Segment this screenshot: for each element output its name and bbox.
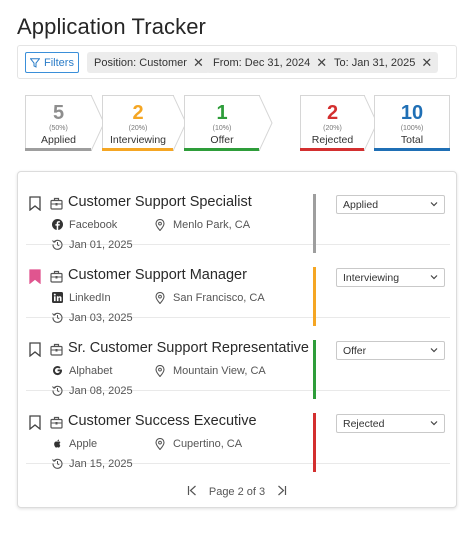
chevron-down-icon bbox=[430, 202, 438, 207]
stat-label: Rejected bbox=[311, 134, 354, 146]
filter-chip-to[interactable]: To: Jan 31, 2025 ✕ bbox=[327, 52, 439, 73]
chip-label: Position: Customer bbox=[94, 56, 187, 69]
status-select[interactable]: Applied bbox=[336, 195, 445, 214]
application-list: Customer Support Specialist Facebook Men… bbox=[17, 171, 457, 508]
filters-label: Filters bbox=[44, 56, 74, 69]
filter-chip-position[interactable]: Position: Customer ✕ bbox=[87, 52, 210, 73]
filter-chip-from[interactable]: From: Dec 31, 2024 ✕ bbox=[206, 52, 334, 73]
location-pin-icon bbox=[155, 438, 165, 450]
stat-count: 5 bbox=[52, 102, 65, 124]
chip-label: From: Dec 31, 2024 bbox=[213, 56, 311, 69]
application-row[interactable]: Customer Success Executive Apple Cuperti… bbox=[26, 391, 450, 472]
pagination: Page 2 of 3 bbox=[18, 485, 456, 498]
briefcase-icon bbox=[50, 416, 63, 429]
bookmark-icon[interactable] bbox=[29, 342, 41, 357]
stat-bar bbox=[374, 148, 450, 151]
linkedin-icon bbox=[52, 292, 63, 303]
stat-offer[interactable]: 1 (10%) Offer bbox=[184, 95, 260, 151]
application-row[interactable]: Customer Support Specialist Facebook Men… bbox=[26, 172, 450, 253]
status-select[interactable]: Offer bbox=[336, 341, 445, 360]
bookmark-icon[interactable] bbox=[29, 415, 41, 430]
filter-bar: Filters Position: Customer ✕ From: Dec 3… bbox=[17, 45, 457, 79]
stat-count: 2 bbox=[326, 102, 339, 124]
location-label: Cupertino, CA bbox=[173, 438, 243, 450]
briefcase-icon bbox=[50, 197, 63, 210]
first-page-icon[interactable] bbox=[187, 485, 197, 496]
stat-percent: (20%) bbox=[323, 125, 342, 132]
job-title[interactable]: Customer Support Specialist bbox=[68, 194, 252, 210]
source-label: LinkedIn bbox=[69, 292, 111, 304]
close-icon[interactable]: ✕ bbox=[421, 56, 432, 69]
stat-percent: (20%) bbox=[128, 125, 148, 132]
chevron-down-icon bbox=[430, 275, 438, 280]
stat-bar bbox=[102, 148, 174, 151]
stat-label: Total bbox=[400, 134, 424, 146]
apple-icon bbox=[54, 439, 61, 448]
last-page-icon[interactable] bbox=[277, 485, 287, 496]
location-label: San Francisco, CA bbox=[173, 292, 265, 304]
filters-button[interactable]: Filters bbox=[25, 52, 79, 73]
location-pin-icon bbox=[155, 219, 165, 231]
funnel-icon bbox=[30, 57, 41, 68]
stat-count: 2 bbox=[132, 102, 144, 124]
job-title[interactable]: Customer Support Manager bbox=[68, 267, 247, 283]
close-icon[interactable]: ✕ bbox=[193, 56, 204, 69]
stat-total[interactable]: 10 (100%) Total bbox=[374, 95, 450, 151]
stat-label: Applied bbox=[40, 134, 77, 146]
chevron-down-icon bbox=[430, 348, 438, 353]
stat-bar bbox=[300, 148, 365, 151]
chevron-down-icon bbox=[430, 421, 438, 426]
application-row[interactable]: Customer Support Manager LinkedIn San Fr… bbox=[26, 245, 450, 326]
job-title[interactable]: Sr. Customer Support Representative bbox=[68, 340, 309, 356]
stat-rejected[interactable]: 2 (20%) Rejected bbox=[300, 95, 365, 151]
status-value: Offer bbox=[343, 345, 367, 357]
chip-label: To: Jan 31, 2025 bbox=[334, 56, 416, 69]
stat-count: 10 bbox=[400, 102, 424, 124]
stat-interviewing[interactable]: 2 (20%) Interviewing bbox=[102, 95, 174, 151]
location-label: Mountain View, CA bbox=[173, 365, 266, 377]
stat-applied[interactable]: 5 (50%) Applied bbox=[25, 95, 92, 151]
location-pin-icon bbox=[155, 365, 165, 377]
google-icon bbox=[53, 366, 63, 376]
job-title[interactable]: Customer Success Executive bbox=[68, 413, 257, 429]
stat-percent: (50%) bbox=[49, 125, 68, 132]
stat-percent: (100%) bbox=[400, 125, 424, 132]
stat-bar bbox=[184, 148, 260, 151]
stat-label: Offer bbox=[210, 134, 234, 146]
location-pin-icon bbox=[155, 292, 165, 304]
status-value: Applied bbox=[343, 199, 379, 211]
bookmark-icon[interactable] bbox=[29, 196, 41, 211]
facebook-icon bbox=[52, 219, 63, 230]
source-label: Alphabet bbox=[69, 365, 113, 377]
status-select[interactable]: Interviewing bbox=[336, 268, 445, 287]
page-indicator: Page 2 of 3 bbox=[208, 486, 266, 498]
status-value: Interviewing bbox=[343, 272, 400, 284]
status-value: Rejected bbox=[343, 418, 385, 430]
stat-label: Interviewing bbox=[109, 134, 167, 146]
status-bar bbox=[313, 413, 316, 472]
briefcase-icon bbox=[50, 343, 63, 356]
page-title: Application Tracker bbox=[17, 14, 206, 39]
bookmark-filled-icon[interactable] bbox=[29, 269, 41, 284]
application-row[interactable]: Sr. Customer Support Representative Alph… bbox=[26, 318, 450, 399]
history-icon bbox=[52, 458, 63, 469]
stat-bar bbox=[25, 148, 92, 151]
chevron-right-icon bbox=[259, 95, 273, 151]
source-label: Facebook bbox=[69, 219, 118, 231]
stat-percent: (10%) bbox=[212, 125, 232, 132]
stat-count: 1 bbox=[216, 102, 228, 124]
date-label: Jan 15, 2025 bbox=[69, 458, 133, 470]
briefcase-icon bbox=[50, 270, 63, 283]
location-label: Menlo Park, CA bbox=[173, 219, 251, 231]
source-label: Apple bbox=[69, 438, 98, 450]
status-select[interactable]: Rejected bbox=[336, 414, 445, 433]
close-icon[interactable]: ✕ bbox=[316, 56, 327, 69]
